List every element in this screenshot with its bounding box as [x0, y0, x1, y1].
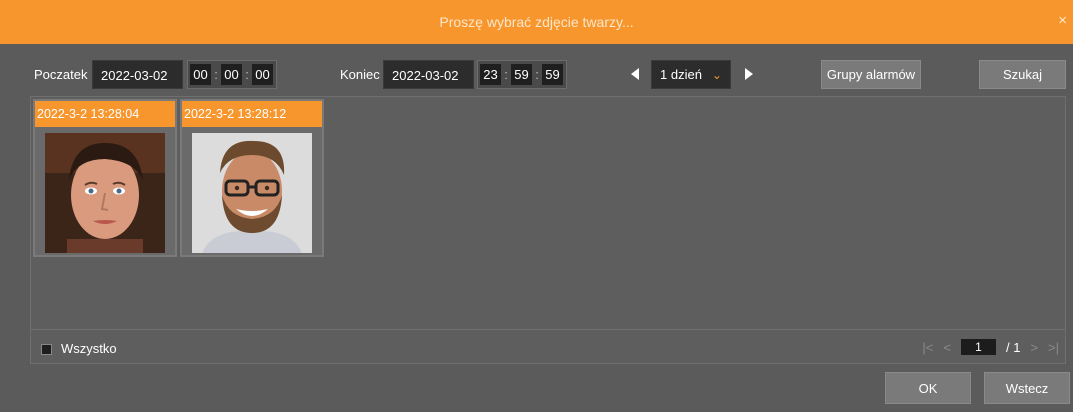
results-panel: 2022-3-2 13:28:04 2022-3-2 13:28:12 Wszy…: [30, 96, 1066, 364]
dialog-title: Proszę wybrać zdjęcie twarzy...: [439, 14, 634, 30]
search-button[interactable]: Szukaj: [979, 60, 1066, 89]
end-date-field[interactable]: 2022-03-02: [383, 60, 474, 89]
next-page-icon[interactable]: >: [1030, 340, 1038, 355]
end-label: Koniec: [340, 67, 380, 82]
face-picker-dialog: Proszę wybrać zdjęcie twarzy... × Poczat…: [0, 0, 1073, 412]
end-time-field[interactable]: 23 : 59 : 59: [477, 60, 567, 89]
photo-timestamp: 2022-3-2 13:28:04: [35, 101, 175, 127]
end-hour[interactable]: 23: [480, 64, 501, 85]
start-label: Poczatek: [34, 67, 88, 82]
close-icon[interactable]: ×: [1058, 13, 1067, 29]
photo-gallery: 2022-3-2 13:28:04 2022-3-2 13:28:12: [33, 99, 1063, 327]
back-button[interactable]: Wstecz: [984, 372, 1070, 404]
next-period-icon[interactable]: [745, 68, 753, 80]
title-bar: Proszę wybrać zdjęcie twarzy... ×: [0, 0, 1073, 44]
select-all-label: Wszystko: [61, 341, 117, 356]
photo-timestamp: 2022-3-2 13:28:12: [182, 101, 322, 127]
select-all-checkbox[interactable]: [41, 344, 52, 355]
previous-page-icon[interactable]: <: [943, 340, 951, 355]
chevron-down-icon: ⌄: [711, 67, 722, 82]
start-date-field[interactable]: 2022-03-02: [92, 60, 183, 89]
start-hour[interactable]: 00: [190, 64, 211, 85]
page-input[interactable]: 1: [960, 339, 996, 355]
photo-card[interactable]: 2022-3-2 13:28:04: [33, 99, 177, 257]
alarm-groups-button[interactable]: Grupy alarmów: [821, 60, 921, 89]
ok-button[interactable]: OK: [885, 372, 971, 404]
start-time-field[interactable]: 00 : 00 : 00: [187, 60, 277, 89]
photo-card[interactable]: 2022-3-2 13:28:12: [180, 99, 324, 257]
end-second[interactable]: 59: [542, 64, 563, 85]
period-value: 1 dzień: [660, 67, 702, 82]
filter-toolbar: Poczatek 2022-03-02 00 : 00 : 00 Koniec …: [0, 60, 1073, 90]
pagination: |< < 1 / 1 > >|: [922, 339, 1059, 355]
start-second[interactable]: 00: [252, 64, 273, 85]
start-minute[interactable]: 00: [221, 64, 242, 85]
face-photo-bearded-man: [192, 133, 312, 253]
last-page-icon[interactable]: >|: [1048, 340, 1059, 355]
period-select[interactable]: 1 dzień ⌄: [651, 60, 731, 89]
page-total: / 1: [1005, 339, 1021, 355]
first-page-icon[interactable]: |<: [922, 340, 933, 355]
previous-period-icon[interactable]: [631, 68, 639, 80]
face-photo-young-man: [45, 133, 165, 253]
results-footer: Wszystko |< < 1 / 1 > >|: [31, 329, 1065, 363]
end-minute[interactable]: 59: [511, 64, 532, 85]
